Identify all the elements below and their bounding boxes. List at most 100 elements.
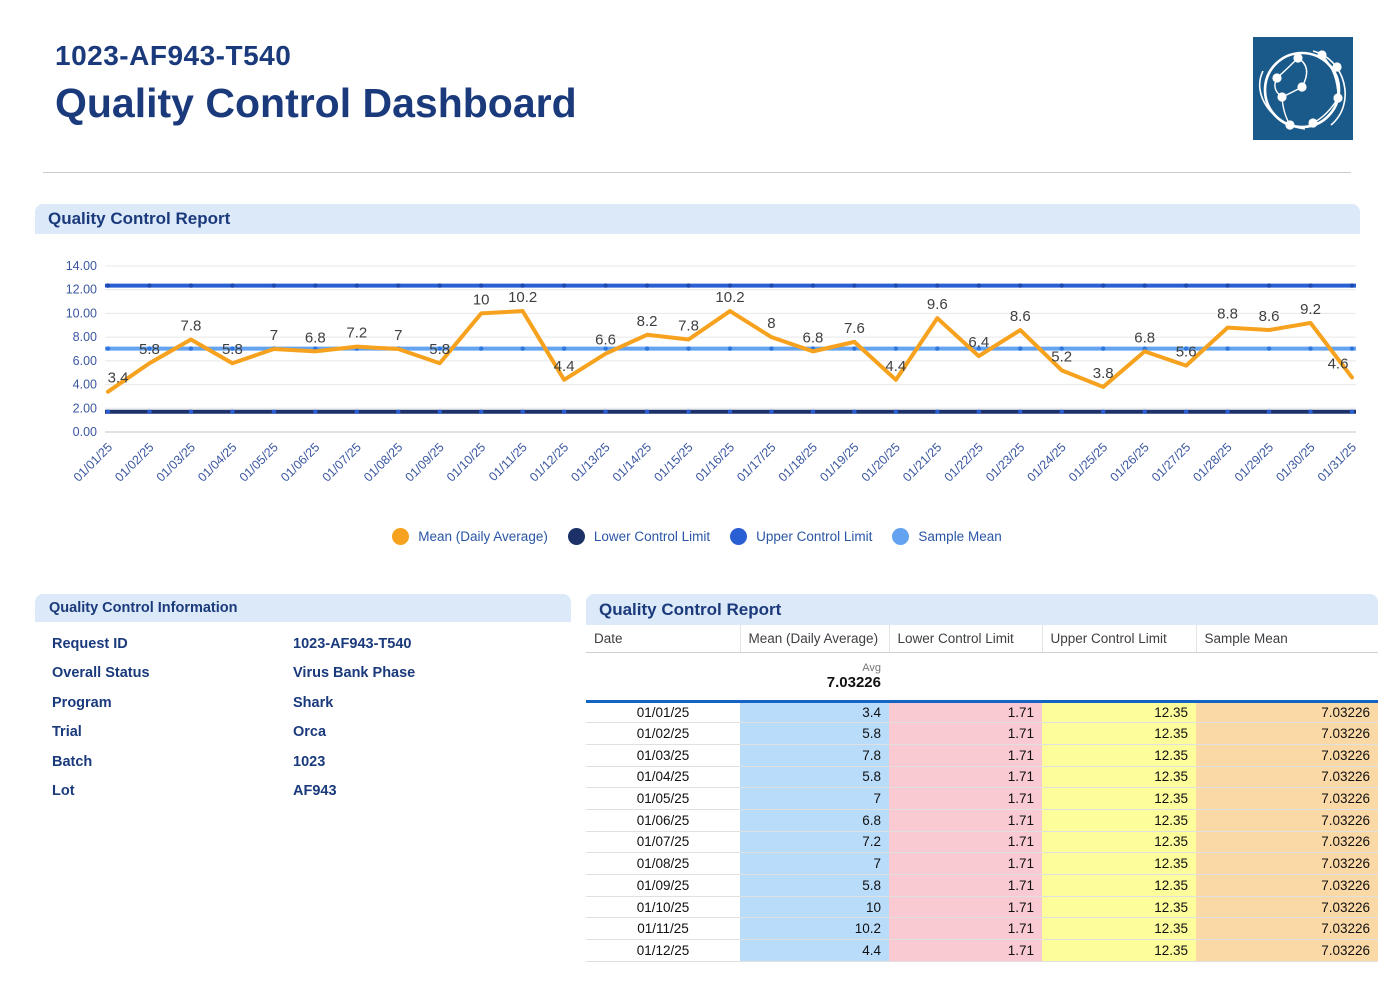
- avg-label: Avg: [740, 662, 889, 674]
- svg-text:01/30/25: 01/30/25: [1273, 440, 1317, 484]
- table-cell-mean: 5.8: [740, 723, 889, 745]
- table-cell-sample: 7.03226: [1196, 853, 1378, 875]
- quality-control-information-panel: Quality Control Information Request ID10…: [35, 594, 571, 806]
- chart-section-title: Quality Control Report: [48, 209, 230, 229]
- table-cell-sample: 7.03226: [1196, 896, 1378, 918]
- chart-section-header: Quality Control Report: [35, 204, 1360, 234]
- legend-label: Mean (Daily Average): [418, 529, 548, 544]
- svg-text:01/17/25: 01/17/25: [734, 440, 778, 484]
- table-row: 01/09/255.81.7112.357.03226: [586, 875, 1378, 897]
- request-id-title: 1023-AF943-T540: [55, 40, 577, 72]
- svg-text:01/08/25: 01/08/25: [361, 440, 405, 484]
- table-cell-lcl: 1.71: [889, 896, 1042, 918]
- table-panel-title: Quality Control Report: [599, 600, 781, 620]
- table-cell-ucl: 12.35: [1042, 896, 1196, 918]
- svg-text:0.00: 0.00: [73, 425, 97, 439]
- table-cell-date: 01/06/25: [586, 809, 740, 831]
- svg-text:6.8: 6.8: [305, 329, 326, 346]
- table-cell-lcl: 1.71: [889, 809, 1042, 831]
- svg-text:01/10/25: 01/10/25: [444, 440, 488, 484]
- svg-text:6.6: 6.6: [595, 332, 616, 349]
- legend-label: Upper Control Limit: [756, 529, 872, 544]
- report-table-body: 01/01/253.41.7112.357.0322601/02/255.81.…: [586, 701, 1378, 961]
- table-cell-sample: 7.03226: [1196, 918, 1378, 940]
- info-field-label: Lot: [35, 783, 293, 799]
- info-row: Request ID1023-AF943-T540: [35, 629, 571, 659]
- svg-text:01/24/25: 01/24/25: [1025, 440, 1069, 484]
- svg-text:4.4: 4.4: [885, 358, 906, 375]
- table-cell-mean: 10.2: [740, 918, 889, 940]
- table-cell-ucl: 12.35: [1042, 831, 1196, 853]
- svg-text:01/25/25: 01/25/25: [1066, 440, 1110, 484]
- legend-item: Mean (Daily Average): [392, 528, 548, 545]
- table-cell-sample: 7.03226: [1196, 788, 1378, 810]
- info-panel-header: Quality Control Information: [35, 594, 571, 622]
- svg-text:8: 8: [767, 315, 775, 332]
- table-cell-lcl: 1.71: [889, 766, 1042, 788]
- table-cell-mean: 4.4: [740, 940, 889, 962]
- table-row: 01/03/257.81.7112.357.03226: [586, 744, 1378, 766]
- header-divider: [43, 172, 1351, 173]
- svg-text:5.8: 5.8: [222, 341, 243, 358]
- info-field-value: AF943: [293, 783, 337, 799]
- summary-empty-cell: [1196, 652, 1378, 701]
- table-cell-sample: 7.03226: [1196, 766, 1378, 788]
- avg-value: 7.03226: [740, 674, 889, 691]
- table-cell-sample: 7.03226: [1196, 723, 1378, 745]
- svg-text:01/15/25: 01/15/25: [651, 440, 695, 484]
- table-cell-mean: 7.8: [740, 744, 889, 766]
- svg-text:7.8: 7.8: [181, 318, 202, 335]
- svg-text:6.8: 6.8: [1134, 329, 1155, 346]
- info-field-list: Request ID1023-AF943-T540Overall StatusV…: [35, 622, 571, 806]
- table-cell-date: 01/12/25: [586, 940, 740, 962]
- table-panel-header: Quality Control Report: [586, 594, 1378, 625]
- control-chart: 0.002.004.006.008.0010.0012.0014.0001/01…: [0, 234, 1394, 526]
- svg-text:3.8: 3.8: [1093, 365, 1114, 382]
- legend-label: Lower Control Limit: [594, 529, 710, 544]
- svg-text:01/12/25: 01/12/25: [527, 440, 571, 484]
- svg-text:01/16/25: 01/16/25: [693, 440, 737, 484]
- table-cell-sample: 7.03226: [1196, 875, 1378, 897]
- svg-text:7.8: 7.8: [678, 318, 699, 335]
- table-cell-sample: 7.03226: [1196, 831, 1378, 853]
- info-field-value: Shark: [293, 695, 333, 711]
- svg-text:5.2: 5.2: [1051, 348, 1072, 365]
- table-cell-lcl: 1.71: [889, 701, 1042, 723]
- quality-control-report-panel: Quality Control Report DateMean (Daily A…: [586, 594, 1378, 962]
- summary-empty-cell: [1042, 652, 1196, 701]
- table-cell-ucl: 12.35: [1042, 875, 1196, 897]
- svg-text:4.00: 4.00: [73, 378, 97, 392]
- table-column-header: Sample Mean: [1196, 625, 1378, 652]
- table-cell-mean: 5.8: [740, 766, 889, 788]
- svg-text:01/07/25: 01/07/25: [320, 440, 364, 484]
- table-cell-mean: 7.2: [740, 831, 889, 853]
- table-cell-ucl: 12.35: [1042, 853, 1196, 875]
- table-row: 01/11/2510.21.7112.357.03226: [586, 918, 1378, 940]
- summary-empty-cell: [586, 652, 740, 701]
- table-cell-date: 01/08/25: [586, 853, 740, 875]
- table-cell-lcl: 1.71: [889, 831, 1042, 853]
- summary-mean-cell: Avg 7.03226: [740, 652, 889, 701]
- info-field-value: Orca: [293, 724, 326, 740]
- table-cell-mean: 3.4: [740, 701, 889, 723]
- table-row: 01/02/255.81.7112.357.03226: [586, 723, 1378, 745]
- page-header: 1023-AF943-T540 Quality Control Dashboar…: [55, 40, 577, 127]
- table-cell-lcl: 1.71: [889, 744, 1042, 766]
- svg-text:01/23/25: 01/23/25: [983, 440, 1027, 484]
- svg-text:01/26/25: 01/26/25: [1107, 440, 1151, 484]
- table-row: 01/08/2571.7112.357.03226: [586, 853, 1378, 875]
- table-column-header: Mean (Daily Average): [740, 625, 889, 652]
- svg-text:4.6: 4.6: [1328, 355, 1349, 372]
- report-table-container: DateMean (Daily Average)Lower Control Li…: [586, 625, 1378, 962]
- chart-legend: Mean (Daily Average) Lower Control Limit U…: [0, 528, 1394, 545]
- table-cell-mean: 5.8: [740, 875, 889, 897]
- table-cell-ucl: 12.35: [1042, 940, 1196, 962]
- svg-text:10.2: 10.2: [715, 289, 744, 306]
- table-cell-sample: 7.03226: [1196, 940, 1378, 962]
- svg-text:12.00: 12.00: [66, 283, 97, 297]
- table-cell-mean: 7: [740, 853, 889, 875]
- table-column-header: Date: [586, 625, 740, 652]
- svg-text:8.6: 8.6: [1010, 308, 1031, 325]
- svg-text:01/09/25: 01/09/25: [403, 440, 447, 484]
- network-globe-logo-icon: [1253, 37, 1353, 140]
